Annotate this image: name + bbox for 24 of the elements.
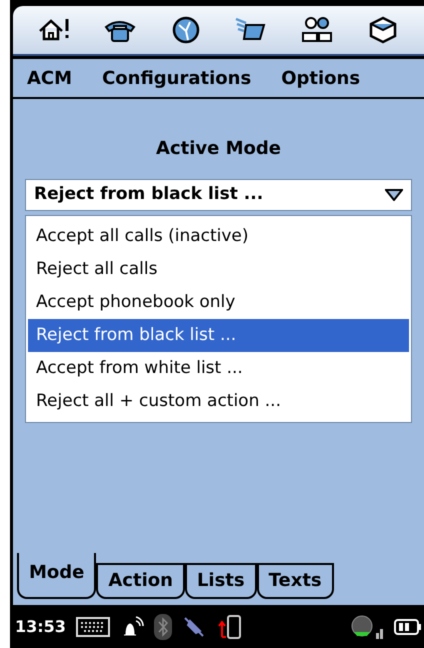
dropdown-option[interactable]: Reject from black list ... (28, 319, 409, 352)
menu-item[interactable]: Configurations (102, 64, 252, 92)
dropdown-option[interactable]: Accept from white list ... (28, 352, 409, 385)
caret-icon (385, 189, 403, 201)
pin-icon[interactable] (182, 614, 206, 638)
people-icon[interactable] (300, 15, 334, 45)
keyboard-icon[interactable] (76, 616, 110, 636)
signal-icon[interactable] (350, 612, 384, 640)
menu-item[interactable]: Options (281, 64, 360, 92)
dropdown-option[interactable]: Reject all calls (28, 253, 409, 286)
dropdown-option[interactable]: Reject all + custom action ... (28, 385, 409, 418)
phone-sync-icon[interactable] (216, 612, 244, 640)
mode-dropdown[interactable]: Reject from black list ... (25, 179, 412, 211)
tab[interactable]: Action (96, 563, 185, 599)
tab[interactable]: Lists (184, 563, 257, 599)
tab[interactable]: Mode (17, 553, 96, 599)
dropdown-option[interactable]: Accept phonebook only (28, 286, 409, 319)
dropdown-option[interactable]: Accept all calls (inactive) (28, 220, 409, 253)
clock: 13:53 (15, 616, 66, 638)
menu-item[interactable]: ACM (27, 64, 72, 92)
bluetooth-icon[interactable] (154, 614, 172, 640)
section-title: Active Mode (155, 137, 282, 161)
tab[interactable]: Texts (256, 563, 334, 599)
battery-icon[interactable] (394, 616, 422, 636)
